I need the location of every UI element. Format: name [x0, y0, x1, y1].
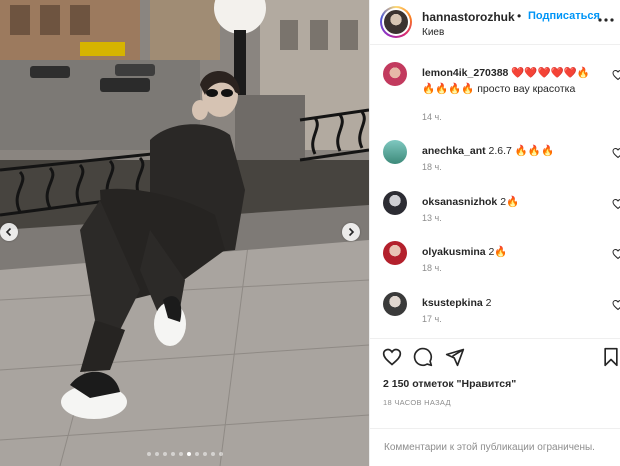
- carousel-dot: [170, 452, 175, 456]
- heart-icon[interactable]: [612, 299, 620, 311]
- comment-username[interactable]: ksustepkina: [422, 297, 483, 309]
- comment-username[interactable]: olyakusmina: [422, 246, 486, 258]
- author-avatar[interactable]: [380, 6, 412, 38]
- carousel-dot: [218, 452, 223, 456]
- post-header: hannastorozhuk • Подписаться Киев: [370, 0, 620, 45]
- commenter-avatar[interactable]: [383, 241, 407, 265]
- carousel-dot: [178, 452, 183, 456]
- comment-body: olyakusmina 2🔥: [422, 244, 592, 260]
- comment-username[interactable]: anechka_ant: [422, 145, 486, 157]
- carousel-indicator: [0, 452, 369, 456]
- carousel-dot: [210, 452, 215, 456]
- header-separator: •: [517, 9, 522, 23]
- carousel-dot: [194, 452, 199, 456]
- author-username[interactable]: hannastorozhuk: [422, 10, 515, 24]
- heart-icon[interactable]: [612, 198, 620, 210]
- commenter-avatar[interactable]: [383, 62, 407, 86]
- comment-body: lemon4ik_270388 ❤️❤️❤️❤️❤️🔥🔥🔥🔥🔥 просто в…: [422, 65, 592, 97]
- comment-time: 18 ч.: [422, 162, 442, 172]
- post-sidebar: hannastorozhuk • Подписаться Киев lemon4…: [369, 0, 620, 466]
- comment-text: 2🔥: [485, 246, 508, 258]
- chevron-left-icon: [5, 227, 12, 237]
- more-options-button[interactable]: [598, 12, 614, 28]
- follow-button[interactable]: Подписаться: [528, 10, 600, 22]
- commenter-avatar[interactable]: [383, 292, 407, 316]
- commenter-avatar[interactable]: [383, 191, 407, 215]
- heart-icon[interactable]: [382, 347, 402, 367]
- post-location[interactable]: Киев: [422, 27, 444, 38]
- carousel-prev-button[interactable]: [0, 223, 18, 241]
- carousel-next-button[interactable]: [342, 223, 360, 241]
- likes-count[interactable]: 2 150 отметок "Нравится": [383, 378, 516, 390]
- commenter-avatar[interactable]: [383, 140, 407, 164]
- heart-icon[interactable]: [612, 69, 620, 81]
- carousel-dot: [162, 452, 167, 456]
- heart-icon[interactable]: [612, 248, 620, 260]
- comment-text: 2🔥: [497, 196, 520, 208]
- more-horizontal-icon: [598, 18, 614, 22]
- comments-limited-text: Комментарии к этой публикации ограничены…: [384, 442, 595, 453]
- photo-scene: [0, 0, 369, 466]
- carousel-dot: [202, 452, 207, 456]
- carousel-dot: [186, 452, 191, 456]
- comments-limited-footer: Комментарии к этой публикации ограничены…: [370, 428, 620, 466]
- comment-text: 2.6.7 🔥🔥🔥: [485, 145, 555, 157]
- comment-body: anechka_ant 2.6.7 🔥🔥🔥: [422, 143, 592, 159]
- bookmark-icon[interactable]: [601, 347, 620, 367]
- comment-body: oksanasnizhok 2🔥: [422, 194, 592, 210]
- comment-username[interactable]: oksanasnizhok: [422, 196, 497, 208]
- comment-body: ksustepkina 2: [422, 295, 592, 311]
- chevron-right-icon: [348, 227, 355, 237]
- comments-list: lemon4ik_270388 ❤️❤️❤️❤️❤️🔥🔥🔥🔥🔥 просто в…: [370, 46, 620, 338]
- post-photo[interactable]: [0, 0, 369, 466]
- send-icon[interactable]: [445, 347, 465, 367]
- carousel-dot: [146, 452, 151, 456]
- comment-time: 14 ч.: [422, 112, 442, 122]
- comment-time: 13 ч.: [422, 213, 442, 223]
- post-timestamp[interactable]: 18 ЧАСОВ НАЗАД: [383, 398, 451, 407]
- comment-text: 2: [482, 297, 492, 309]
- comment-icon[interactable]: [413, 347, 433, 367]
- comment-username[interactable]: lemon4ik_270388: [422, 67, 508, 79]
- carousel-dot: [154, 452, 159, 456]
- post-actions: [370, 338, 620, 372]
- heart-icon[interactable]: [612, 147, 620, 159]
- comment-time: 18 ч.: [422, 263, 442, 273]
- comment-time: 17 ч.: [422, 314, 442, 324]
